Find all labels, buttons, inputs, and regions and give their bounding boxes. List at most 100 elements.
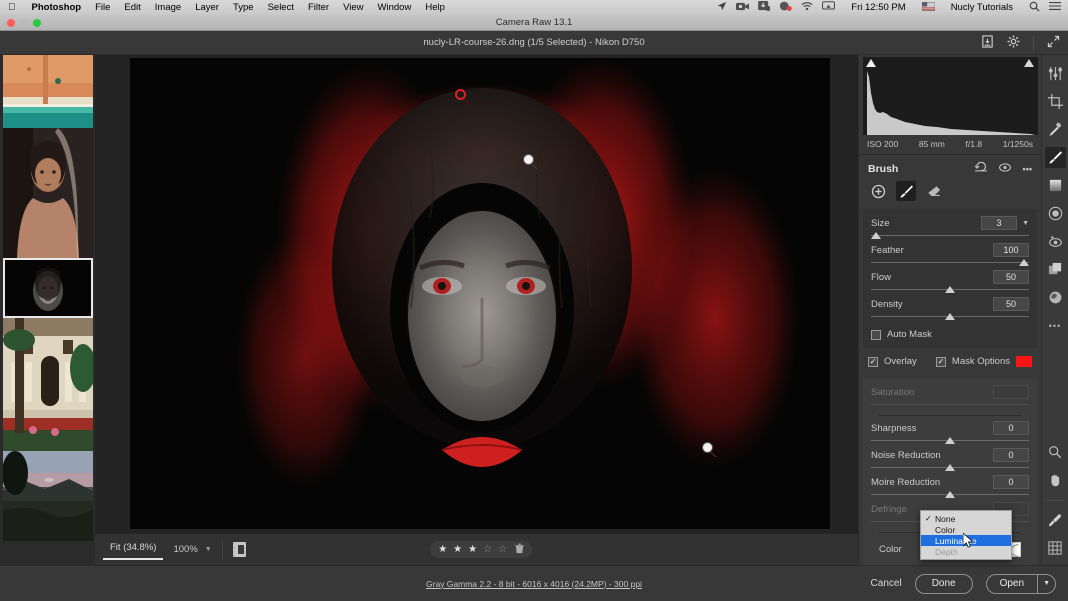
fullscreen-icon[interactable] bbox=[1047, 35, 1060, 51]
slider-knob[interactable] bbox=[1019, 259, 1030, 266]
hand-tool-icon[interactable] bbox=[1045, 469, 1066, 490]
auto-mask-checkbox-row[interactable]: ✓ Auto Mask bbox=[871, 329, 1029, 340]
done-button[interactable]: Done bbox=[914, 573, 973, 594]
snapshots-icon[interactable] bbox=[1045, 287, 1066, 308]
filmstrip-thumb-beach-aerial[interactable] bbox=[2, 55, 93, 128]
more-icon[interactable]: ••• bbox=[1023, 164, 1032, 174]
brush-mode-row[interactable] bbox=[859, 179, 1041, 209]
cancel-button[interactable]: Cancel bbox=[871, 578, 902, 589]
eraser-icon[interactable] bbox=[924, 181, 944, 201]
menu-item-type[interactable]: Type bbox=[226, 2, 261, 13]
menu-item-image[interactable]: Image bbox=[148, 2, 188, 13]
overlay-checkbox-row[interactable]: ✓ Overlay bbox=[868, 356, 917, 367]
slider-value[interactable]: 50 bbox=[993, 270, 1029, 284]
airplay-icon[interactable] bbox=[822, 1, 836, 14]
slider-flow[interactable]: Flow 50 bbox=[871, 270, 1029, 295]
filmstrip-thumb-dark-portrait[interactable] bbox=[2, 258, 93, 318]
new-mask-icon[interactable] bbox=[868, 181, 888, 201]
mask-options-checkbox[interactable]: ✓ bbox=[935, 356, 946, 367]
save-icon[interactable] bbox=[981, 35, 994, 51]
slider-track[interactable] bbox=[871, 491, 1029, 500]
mask-color-swatch[interactable] bbox=[1016, 356, 1032, 367]
filmstrip[interactable] bbox=[0, 55, 95, 601]
zoom-percent-value[interactable]: 100% bbox=[173, 544, 197, 555]
menu-item-layer[interactable]: Layer bbox=[188, 2, 226, 13]
histogram[interactable] bbox=[863, 57, 1038, 135]
crop-icon[interactable] bbox=[1045, 91, 1066, 112]
menubar-clock[interactable]: Fri 12:50 PM bbox=[844, 2, 912, 13]
mask-pin-selected[interactable] bbox=[523, 154, 538, 170]
highlight-clipping-indicator[interactable] bbox=[1024, 59, 1034, 67]
star-3[interactable]: ★ bbox=[468, 544, 477, 555]
slider-sharpness[interactable]: Sharpness 0 bbox=[871, 421, 1029, 446]
flag-icon[interactable] bbox=[921, 1, 936, 14]
mask-pin-unselected[interactable] bbox=[455, 89, 471, 106]
slider-knob[interactable] bbox=[945, 491, 955, 498]
menu-item-photoshop[interactable]: Photoshop bbox=[25, 2, 89, 13]
chevron-down-icon[interactable]: ▼ bbox=[1022, 220, 1029, 227]
shadow-clipping-indicator[interactable] bbox=[866, 59, 876, 67]
star-5[interactable]: ☆ bbox=[498, 544, 507, 555]
menu-item-edit[interactable]: Edit bbox=[117, 2, 147, 13]
menu-item-filter[interactable]: Filter bbox=[301, 2, 336, 13]
search-icon[interactable] bbox=[1029, 1, 1040, 15]
minimize-window-button[interactable] bbox=[20, 19, 28, 27]
slider-value[interactable]: 0 bbox=[993, 475, 1029, 489]
maximize-window-button[interactable] bbox=[33, 19, 41, 27]
open-button[interactable]: Open bbox=[985, 573, 1038, 594]
slider-value[interactable]: 0 bbox=[993, 448, 1029, 462]
slider-value[interactable] bbox=[993, 385, 1029, 399]
slider-knob[interactable] bbox=[945, 464, 955, 471]
slider-track[interactable] bbox=[871, 464, 1029, 473]
star-4[interactable]: ☆ bbox=[483, 544, 492, 555]
edit-sliders-icon[interactable] bbox=[1045, 63, 1066, 84]
reset-icon[interactable] bbox=[974, 161, 987, 175]
star-2[interactable]: ★ bbox=[453, 544, 462, 555]
slider-density[interactable]: Density 50 bbox=[871, 297, 1029, 322]
menu-item-help[interactable]: Help bbox=[418, 2, 452, 13]
slider-feather[interactable]: Feather 100 bbox=[871, 243, 1030, 268]
menu-item-file[interactable]: File bbox=[88, 2, 117, 13]
slider-value[interactable]: 100 bbox=[993, 243, 1029, 257]
star-1[interactable]: ★ bbox=[438, 544, 447, 555]
menu-item-window[interactable]: Window bbox=[371, 2, 419, 13]
tool-rail[interactable]: ••• bbox=[1041, 55, 1068, 565]
filmstrip-thumb-dusk-landscape[interactable] bbox=[2, 451, 93, 541]
grid-overlay-icon[interactable] bbox=[1045, 537, 1066, 558]
menu-item-view[interactable]: View bbox=[336, 2, 370, 13]
trash-icon[interactable] bbox=[515, 543, 525, 556]
radial-filter-icon[interactable] bbox=[1045, 203, 1066, 224]
slider-value[interactable]: 50 bbox=[993, 297, 1029, 311]
slider-saturation[interactable]: Saturation bbox=[871, 385, 1029, 410]
wifi-icon[interactable] bbox=[801, 1, 813, 14]
close-window-button[interactable] bbox=[7, 19, 15, 27]
slider-track[interactable] bbox=[871, 286, 1029, 295]
download-icon[interactable] bbox=[758, 1, 771, 14]
slider-knob[interactable] bbox=[945, 437, 955, 444]
eyedropper-icon[interactable] bbox=[1045, 509, 1066, 530]
image-preview[interactable] bbox=[130, 58, 830, 529]
visibility-icon[interactable] bbox=[998, 162, 1011, 175]
filmstrip-toggle-icon[interactable] bbox=[232, 542, 246, 557]
graduated-filter-icon[interactable] bbox=[1045, 175, 1066, 196]
slider-track[interactable] bbox=[871, 259, 1030, 268]
location-arrow-icon[interactable] bbox=[717, 1, 727, 14]
mask-options-checkbox-row[interactable]: ✓ Mask Options bbox=[935, 356, 1010, 367]
brush-add-icon[interactable] bbox=[896, 181, 916, 201]
chevron-down-icon[interactable]: ▼ bbox=[1037, 573, 1056, 594]
screen-record-icon[interactable] bbox=[736, 2, 750, 14]
zoom-fit-button[interactable]: Fit (34.8%) bbox=[103, 539, 164, 560]
slider-track[interactable] bbox=[871, 401, 1029, 410]
star-rating[interactable]: ★ ★ ★ ☆ ☆ bbox=[430, 541, 533, 558]
slider-value[interactable]: 3 bbox=[981, 216, 1018, 230]
slider-knob[interactable] bbox=[945, 286, 955, 293]
adjustment-brush-icon[interactable] bbox=[1044, 147, 1066, 168]
more-options-icon[interactable]: ••• bbox=[1045, 315, 1066, 336]
slider-track[interactable] bbox=[871, 313, 1029, 322]
red-eye-icon[interactable] bbox=[1045, 231, 1066, 252]
dropdown-option-none[interactable]: ✓ None bbox=[921, 513, 1011, 524]
preview-canvas-area[interactable] bbox=[95, 55, 958, 533]
open-button-group[interactable]: Open ▼ bbox=[985, 573, 1056, 594]
apple-logo-icon[interactable]:  bbox=[0, 2, 25, 13]
slider-noise-reduction[interactable]: Noise Reduction 0 bbox=[871, 448, 1029, 473]
